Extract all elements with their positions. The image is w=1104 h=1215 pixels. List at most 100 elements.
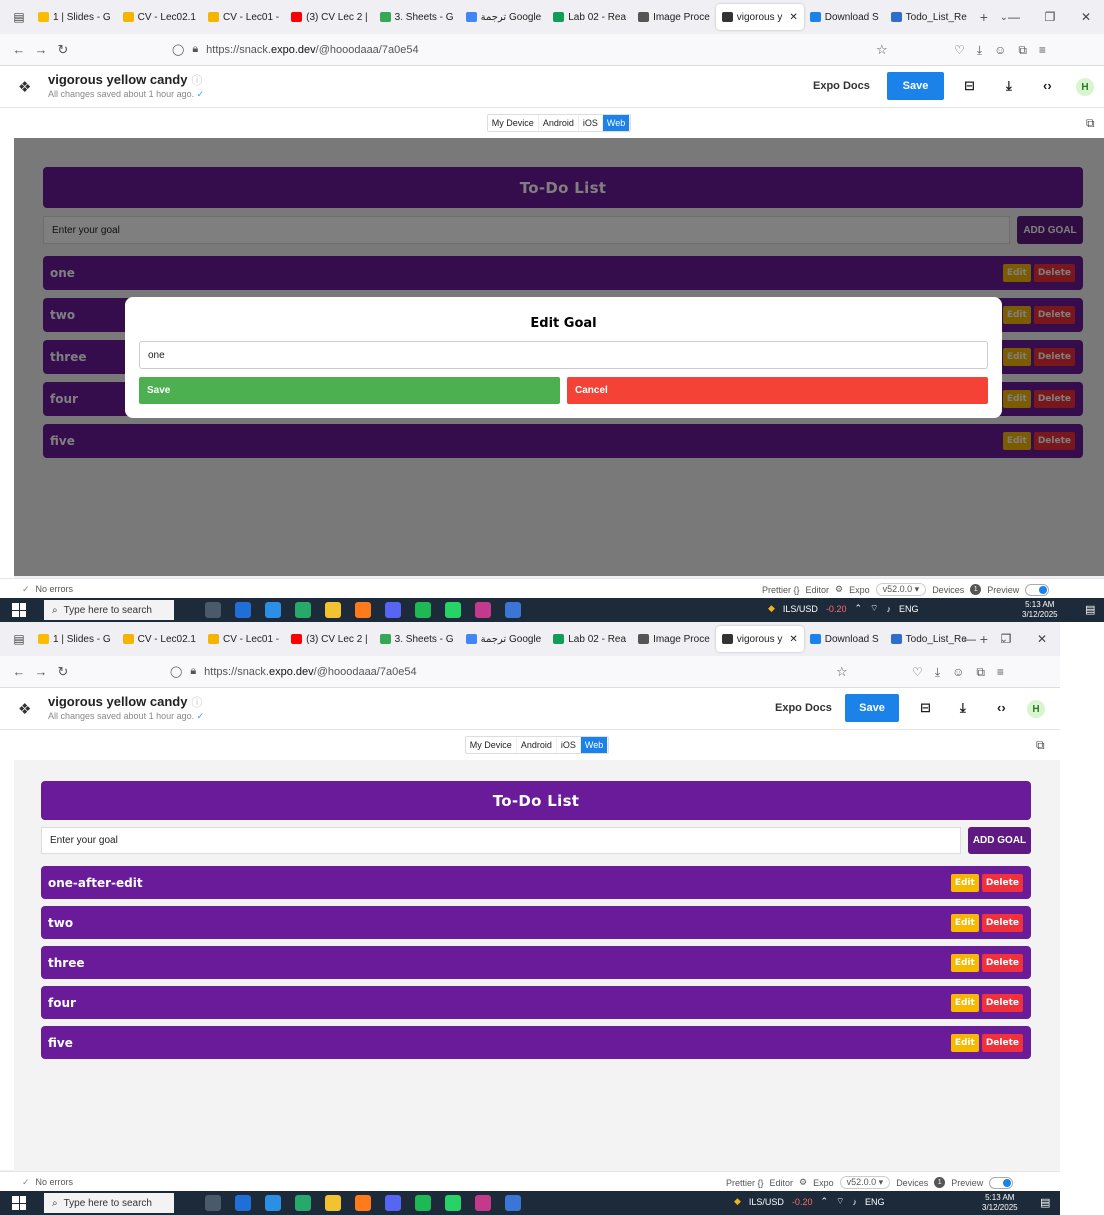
sdk-version-select[interactable]: v52.0.0 ▾: [839, 1176, 891, 1189]
taskbar-search[interactable]: ⌕ Type here to search: [44, 600, 174, 620]
prettier-button[interactable]: Prettier {}: [762, 585, 800, 595]
app-icon[interactable]: [475, 602, 491, 618]
browser-tab[interactable]: Image Proce: [632, 626, 716, 652]
firefox-icon[interactable]: [355, 1195, 371, 1211]
devices-button[interactable]: Devices: [896, 1178, 928, 1188]
language-indicator[interactable]: ENG: [899, 604, 919, 614]
modal-save-button[interactable]: Save: [139, 377, 560, 404]
modal-cancel-button[interactable]: Cancel: [567, 377, 988, 404]
delete-button[interactable]: Delete: [981, 913, 1023, 932]
popout-icon[interactable]: ⧉: [1086, 116, 1095, 131]
browser-tab[interactable]: ترجمة Google: [460, 626, 548, 652]
spotify-icon[interactable]: [415, 602, 431, 618]
editor-button[interactable]: Editor: [806, 585, 830, 595]
taskbar-search[interactable]: ⌕ Type here to search: [44, 1193, 174, 1213]
windows-start-icon[interactable]: [12, 1196, 26, 1210]
download-icon[interactable]: ⤓: [935, 665, 940, 680]
platform-tab-android[interactable]: Android: [539, 115, 579, 131]
account-icon[interactable]: ☺: [994, 43, 1006, 58]
browser-tab[interactable]: Lab 02 - Rea: [547, 626, 632, 652]
file-explorer-icon[interactable]: [325, 602, 341, 618]
add-goal-button[interactable]: ADD GOAL: [968, 827, 1031, 854]
reload-icon[interactable]: ↻: [52, 664, 74, 680]
edit-goal-input[interactable]: one: [139, 341, 988, 369]
devices-button[interactable]: Devices: [932, 585, 964, 595]
volume-icon[interactable]: ♪: [852, 1197, 857, 1207]
pocket-icon[interactable]: ♡: [954, 43, 965, 58]
project-name[interactable]: vigorous yellow candy ⓘ: [48, 694, 202, 710]
spotify-icon[interactable]: [415, 1195, 431, 1211]
download-icon[interactable]: ⤓: [977, 43, 982, 58]
browser-tab[interactable]: vigorous y ✕: [715, 4, 804, 30]
reload-icon[interactable]: ↻: [52, 42, 74, 58]
restore-icon[interactable]: ❐: [988, 632, 1024, 646]
embed-icon[interactable]: ‹›: [1043, 78, 1052, 93]
platform-tab-ios[interactable]: iOS: [579, 115, 603, 131]
edit-button[interactable]: Edit: [950, 993, 979, 1012]
browser-tab[interactable]: Image Proce: [632, 4, 716, 30]
browser-tab[interactable]: Lab 02 - Rea: [547, 4, 632, 30]
platform-tab-web[interactable]: Web: [602, 115, 631, 131]
notification-icon[interactable]: ▤: [1040, 1196, 1050, 1209]
browser-tab[interactable]: CV - Lec02.1: [117, 4, 202, 30]
info-icon[interactable]: ⓘ: [191, 697, 202, 709]
back-icon[interactable]: ←: [8, 42, 30, 57]
sdk-version-select[interactable]: v52.0.0 ▾: [875, 583, 927, 596]
platform-tab-ios[interactable]: iOS: [557, 737, 581, 753]
browser-tab[interactable]: 3. Sheets - G: [374, 4, 460, 30]
browser-tab[interactable]: vigorous y ✕: [715, 626, 804, 652]
forward-icon[interactable]: →: [30, 664, 52, 679]
store-icon[interactable]: [505, 1195, 521, 1211]
browser-tab[interactable]: 1 | Slides - G: [32, 4, 117, 30]
browser-tab[interactable]: Download S: [804, 4, 885, 30]
save-button[interactable]: Save: [887, 72, 944, 100]
delete-button[interactable]: Delete: [981, 1033, 1023, 1052]
snack-logo-icon[interactable]: ❖: [18, 700, 31, 718]
gear-icon[interactable]: ⚙: [835, 584, 843, 595]
file-explorer-icon[interactable]: [325, 1195, 341, 1211]
close-icon[interactable]: ✕: [1024, 632, 1060, 646]
task-view-icon[interactable]: [205, 1195, 221, 1211]
wifi-icon[interactable]: ⌔: [870, 603, 878, 614]
expo-docs-link[interactable]: Expo Docs: [813, 80, 870, 92]
project-name[interactable]: vigorous yellow candy ⓘ: [48, 72, 202, 88]
snack-logo-icon[interactable]: ❖: [18, 78, 31, 96]
browser-tab[interactable]: 3. Sheets - G: [374, 626, 460, 652]
browser-tab[interactable]: CV - Lec01 -: [202, 4, 285, 30]
embed-icon[interactable]: ‹›: [997, 700, 1006, 715]
windows-start-icon[interactable]: [12, 603, 26, 617]
edit-button[interactable]: Edit: [950, 1033, 979, 1052]
avatar[interactable]: H: [1027, 700, 1045, 718]
device-icon[interactable]: ⊟: [964, 78, 975, 94]
whatsapp-icon[interactable]: [445, 1195, 461, 1211]
task-view-icon[interactable]: [205, 602, 221, 618]
browser-tab[interactable]: (3) CV Lec 2 |: [285, 4, 374, 30]
discord-icon[interactable]: [385, 1195, 401, 1211]
delete-button[interactable]: Delete: [981, 993, 1023, 1012]
popout-icon[interactable]: ⧉: [1036, 738, 1045, 753]
tray-chevron-icon[interactable]: ⌃: [820, 1196, 828, 1207]
menu-icon[interactable]: ≡: [997, 665, 1004, 680]
error-status[interactable]: ✓ No errors: [22, 1177, 73, 1188]
discord-icon[interactable]: [385, 602, 401, 618]
preview-toggle[interactable]: [1025, 583, 1050, 596]
app-icon[interactable]: [475, 1195, 491, 1211]
minimize-icon[interactable]: —: [952, 632, 988, 646]
browser-tab[interactable]: 1 | Slides - G: [32, 626, 117, 652]
platform-tab-my-device[interactable]: My Device: [466, 737, 517, 753]
bookmark-star-icon[interactable]: ☆: [836, 664, 848, 680]
firefox-icon[interactable]: [355, 602, 371, 618]
back-icon[interactable]: ←: [8, 664, 30, 679]
expo-docs-link[interactable]: Expo Docs: [775, 702, 832, 714]
language-indicator[interactable]: ENG: [865, 1197, 885, 1207]
edit-button[interactable]: Edit: [950, 873, 979, 892]
extensions-icon[interactable]: ⧉: [976, 665, 985, 680]
edge-icon[interactable]: [295, 1195, 311, 1211]
app-icon[interactable]: [265, 1195, 281, 1211]
close-icon[interactable]: ✕: [1068, 10, 1104, 24]
whatsapp-icon[interactable]: [445, 602, 461, 618]
volume-icon[interactable]: ♪: [886, 604, 891, 614]
menu-icon[interactable]: ≡: [1039, 43, 1046, 58]
prettier-button[interactable]: Prettier {}: [726, 1178, 764, 1188]
browser-tab[interactable]: (3) CV Lec 2 |: [285, 626, 374, 652]
